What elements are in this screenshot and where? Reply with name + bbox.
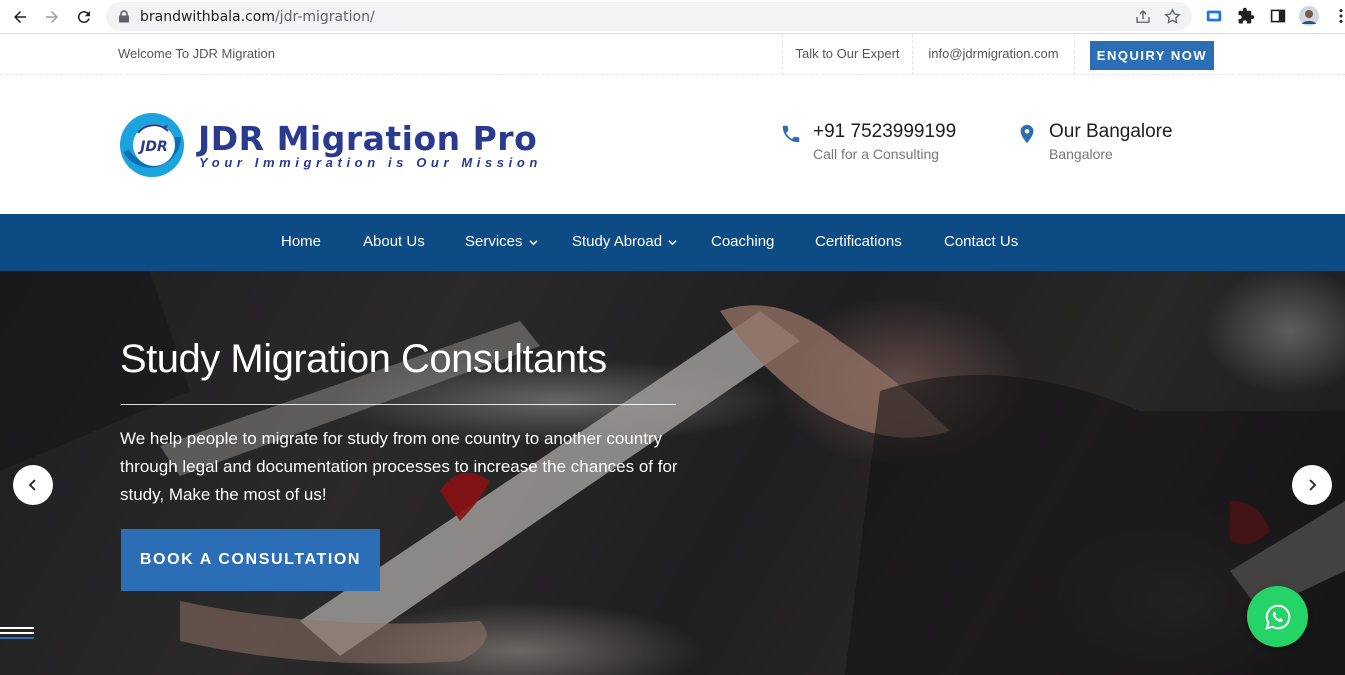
address-bar[interactable]: brandwithbala.com/jdr-migration/ (106, 2, 1192, 31)
brand-tagline: Your Immigration is Our Mission (199, 155, 542, 170)
side-panel-icon[interactable] (1268, 6, 1288, 26)
nav-item-home[interactable]: Home (281, 233, 321, 250)
url-path: /jdr-migration/ (274, 9, 375, 25)
share-icon[interactable] (1134, 8, 1152, 26)
whatsapp-icon (1264, 604, 1290, 630)
chevron-down-icon (528, 239, 538, 245)
nav-item-study-abroad[interactable]: Study Abroad (572, 233, 677, 250)
slider-prev-button[interactable] (13, 465, 53, 505)
hero-divider (121, 404, 676, 405)
book-consultation-button[interactable]: BOOK A CONSULTATION (121, 529, 380, 591)
slider-next-button[interactable] (1292, 465, 1332, 505)
reload-icon[interactable] (72, 5, 96, 29)
nav-item-services[interactable]: Services (465, 233, 538, 250)
lock-icon (119, 10, 129, 23)
nav-item-study-abroad-label: Study Abroad (572, 233, 663, 250)
welcome-text: Welcome To JDR Migration (118, 46, 276, 61)
chevron-left-icon (28, 479, 36, 491)
browser-toolbar: brandwithbala.com/jdr-migration/ (0, 0, 1345, 34)
url-domain: brandwithbala.com (140, 9, 275, 25)
hero-slider: Study Migration Consultants We help peop… (0, 271, 1345, 675)
top-bar: Welcome To JDR Migration Talk to Our Exp… (0, 35, 1345, 75)
email-link[interactable]: info@jdrmigration.com (913, 35, 1075, 75)
phone-icon (782, 125, 800, 143)
nav-item-certifications[interactable]: Certifications (815, 233, 902, 250)
hamburger-lines-icon[interactable] (0, 627, 34, 641)
talk-to-expert-link[interactable]: Talk to Our Expert (782, 35, 913, 75)
nav-item-about-us[interactable]: About Us (363, 233, 425, 250)
back-icon[interactable] (8, 5, 32, 29)
puzzle-icon[interactable] (1236, 6, 1256, 26)
main-nav: Home About Us Services Study Abroad Coac… (0, 214, 1345, 271)
enquiry-now-button[interactable]: ENQUIRY NOW (1090, 41, 1214, 70)
logo-icon[interactable]: JDR (118, 111, 186, 179)
brand-name[interactable]: JDR Migration Pro (198, 119, 537, 158)
logo-text: JDR (137, 139, 168, 155)
location-title: Our Bangalore (1049, 121, 1173, 142)
forward-icon[interactable] (40, 5, 64, 29)
bookmark-star-icon[interactable] (1163, 7, 1182, 26)
phone-caption: Call for a Consulting (813, 146, 940, 162)
whatsapp-chat-button[interactable] (1247, 586, 1308, 647)
location-caption: Bangalore (1049, 146, 1113, 162)
map-pin-icon (1020, 124, 1034, 144)
hero-description: We help people to migrate for study from… (120, 429, 678, 504)
nav-item-contact-us[interactable]: Contact Us (944, 233, 1018, 250)
nav-item-coaching[interactable]: Coaching (711, 233, 774, 250)
chevron-right-icon (1309, 479, 1317, 491)
hero-title: Study Migration Consultants (120, 337, 607, 381)
kebab-menu-icon[interactable] (1331, 6, 1345, 26)
url-text: brandwithbala.com/jdr-migration/ (140, 9, 375, 25)
chevron-down-icon (668, 239, 677, 245)
extension-icon[interactable] (1204, 6, 1224, 26)
phone-number[interactable]: +91 7523999199 (813, 121, 956, 143)
nav-item-services-label: Services (465, 233, 523, 250)
profile-avatar[interactable] (1299, 6, 1319, 26)
site-header: JDR JDR Migration Pro Your Immigration i… (0, 75, 1345, 214)
